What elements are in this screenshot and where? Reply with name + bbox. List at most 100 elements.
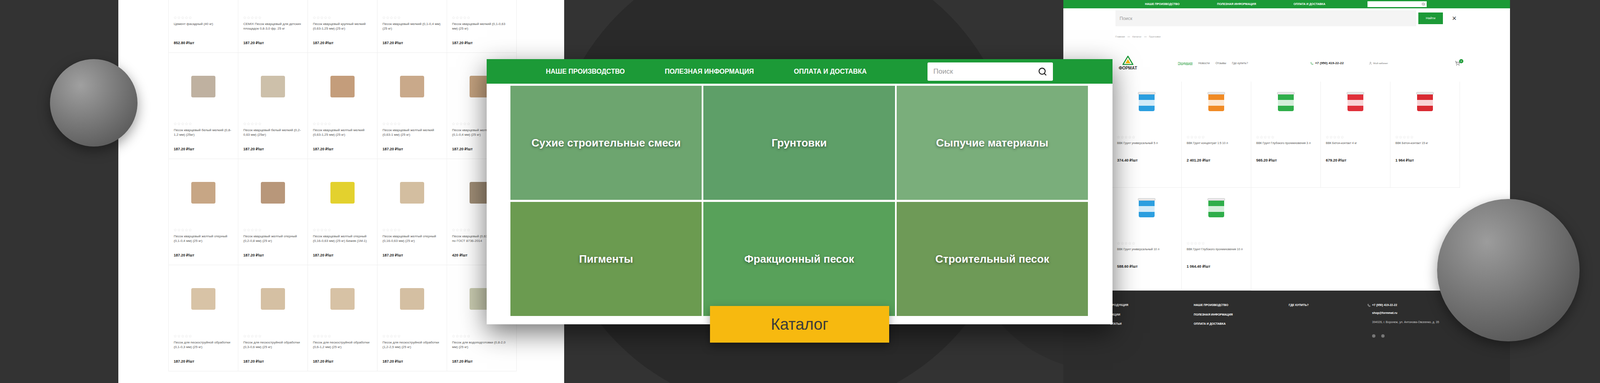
product-card[interactable]: ВВК Грунт Глубокого проникновения 10 л1 … xyxy=(1181,187,1252,291)
category-tile[interactable]: Пигменты xyxy=(510,202,702,317)
product-price: 187.20 ₽/шт xyxy=(312,252,373,259)
search-icon[interactable] xyxy=(1037,67,1048,77)
product-name[interactable]: ВВК Бетон-контакт 15 кг xyxy=(1395,141,1455,150)
star-icon xyxy=(327,335,331,338)
nav-link[interactable]: ОПЛАТА И ДОСТАВКА xyxy=(1293,2,1326,7)
footer-link[interactable]: ОПЛАТА И ДОСТАВКА xyxy=(1193,322,1289,327)
product-card[interactable]: Песок кварцевый желтый мелкий (0,63-1,25… xyxy=(307,52,378,160)
product-name[interactable]: Песок кварцевый желтый мелкий (0,63-1 мм… xyxy=(382,127,442,138)
product-card[interactable]: Песок для пескоструйной обработки (0,1-0… xyxy=(168,265,239,372)
menu-item[interactable]: Продукция xyxy=(1177,61,1193,66)
breadcrumb[interactable]: Главная xyxy=(1115,35,1125,39)
product-name[interactable]: Песок кварцевый мелкий (0,1-0,4 мм) (25 … xyxy=(382,21,442,31)
social-icon[interactable] xyxy=(1381,334,1385,338)
header-phone[interactable]: +7 (950) 419-22-22 xyxy=(1310,60,1344,66)
product-card[interactable]: ВВК Грунт универсальный 5 л374.40 ₽/шт xyxy=(1112,81,1182,188)
rating xyxy=(1117,135,1177,139)
category-tile[interactable]: Грунтовки xyxy=(703,85,895,200)
product-name[interactable]: Песок кварцевый желтый отерный (0,1-0,4 … xyxy=(173,234,233,244)
product-card[interactable]: CEMIX Песок кварцевый для детских площад… xyxy=(238,0,308,53)
product-card[interactable]: Песок кварцевый желтый отерный (0,2-0,8 … xyxy=(238,159,308,266)
product-name[interactable]: Песок кварцевый желтый мелкий (0,63-1,25… xyxy=(312,127,373,138)
product-card[interactable]: Песок кварцевый белый мелкий (0,8-1,2 мм… xyxy=(168,52,239,160)
nav-link[interactable]: НАШЕ ПРОИЗВОДСТВО xyxy=(1145,2,1180,7)
product-name[interactable]: Песок кварцевый желтый отерный (0,16-0,6… xyxy=(382,234,442,244)
product-name[interactable]: ВВК Грунт универсальный 10 л xyxy=(1117,247,1177,256)
product-card[interactable]: Песок для пескоструйной обработки (1,2-2… xyxy=(377,265,448,372)
breadcrumb[interactable]: Грунтовки xyxy=(1149,35,1161,39)
product-card[interactable]: Песок кварцевый мелкий (0,1-0,4 мм) (25 … xyxy=(377,0,448,53)
star-icon xyxy=(185,335,188,338)
product-card[interactable]: ВВК Бетон-контакт 4 кг679.20 ₽/шт xyxy=(1320,81,1391,188)
product-name[interactable]: Песок кварцевый мелкий (0,1-0,63 мм) (25… xyxy=(452,21,512,31)
product-card[interactable]: Песок кварцевый желтый отерный (0,16-0,6… xyxy=(377,159,448,266)
search-field[interactable] xyxy=(1367,1,1427,8)
product-card[interactable]: ВВК Бетон-контакт 15 кг1 964 ₽/шт xyxy=(1390,81,1460,188)
footer-email[interactable]: shop@formmat.ru xyxy=(1367,311,1451,316)
product-name[interactable]: Песок кварцевый желтый отерный (0,16-0,6… xyxy=(312,234,373,244)
footer-phone[interactable]: +7 (950) 419-22-22 xyxy=(1372,303,1398,308)
product-name[interactable]: ВВК Грунт универсальный 5 л xyxy=(1117,141,1177,150)
nav-link[interactable]: ОПЛАТА И ДОСТАВКА xyxy=(793,66,867,77)
product-name[interactable]: ВВК Грунт концентрат 1:5 10 л xyxy=(1186,141,1246,150)
category-tile[interactable]: Строительный песок xyxy=(896,202,1088,317)
product-name[interactable]: ВВК Бетон-контакт 4 кг xyxy=(1325,141,1385,150)
star-icon xyxy=(1120,242,1124,245)
product-card[interactable]: Песок кварцевый желтый отерный (0,1-0,4 … xyxy=(168,159,239,266)
search-button[interactable]: Найти xyxy=(1418,12,1443,25)
account-link[interactable]: Мой кабинет xyxy=(1368,61,1389,66)
product-card[interactable]: Песок для пескоструйной обработки (0,3-0… xyxy=(238,265,308,372)
footer-link[interactable]: ПОЛЕЗНАЯ ИНФОРМАЦИЯ xyxy=(1193,312,1289,318)
category-tile[interactable]: Фракционный песок xyxy=(703,202,895,317)
search-icon[interactable] xyxy=(1421,2,1425,6)
social-icon[interactable] xyxy=(1372,334,1376,338)
star-icon xyxy=(316,122,320,126)
product-card[interactable]: Песок кварцевый крупный мелкий (0,63-1,2… xyxy=(307,0,378,53)
search-field[interactable]: Поиск xyxy=(927,62,1053,81)
menu-item[interactable]: Отзывы xyxy=(1215,61,1227,66)
product-card[interactable]: Песок кварцевый желтый отерный (0,16-0,6… xyxy=(307,159,378,266)
footer-link[interactable]: ГДЕ КУПИТЬ? xyxy=(1288,303,1368,308)
product-name[interactable]: Песок для пескоструйной обработки (0,1-0… xyxy=(173,340,233,350)
product-card[interactable]: Песок кварцевый белый мелкий (0,2-0,63 м… xyxy=(238,52,308,160)
product-name[interactable]: Цемент фасадный (40 кг) xyxy=(173,21,233,27)
product-name[interactable]: Песок кварцевый белый мелкий (0,8-1,2 мм… xyxy=(173,127,233,138)
product-card[interactable]: ВВК Грунт универсальный 10 л588.60 ₽/шт xyxy=(1112,187,1182,291)
cart[interactable]: 0 xyxy=(1455,60,1460,66)
rating xyxy=(452,335,512,338)
menu-item[interactable]: Где купить? xyxy=(1232,61,1248,66)
product-card[interactable]: Цемент фасадный (40 кг)852.80 ₽/шт xyxy=(168,0,239,53)
close-button[interactable]: × xyxy=(1452,12,1457,25)
product-name[interactable]: Песок для пескоструйной обработки (0,3-0… xyxy=(243,340,303,350)
product-card[interactable]: Песок для пескоструйной обработки (0,6-1… xyxy=(307,265,378,372)
nav-link[interactable]: ПОЛЕЗНАЯ ИНФОРМАЦИЯ xyxy=(665,66,755,77)
footer-link[interactable]: НАШЕ ПРОИЗВОДСТВО xyxy=(1193,303,1289,308)
category-tile[interactable]: Сухие строительные смеси xyxy=(510,85,702,200)
product-name[interactable]: Песок кварцевый желтый отерный (0,2-0,8 … xyxy=(243,234,303,244)
rating xyxy=(1186,242,1246,245)
product-name[interactable]: Песок для пескоструйной обработки (0,6-1… xyxy=(312,340,373,350)
product-card[interactable]: ВВК Грунт концентрат 1:5 10 л2 401.20 ₽/… xyxy=(1181,81,1252,188)
nav-link[interactable]: НАШЕ ПРОИЗВОДСТВО xyxy=(545,66,625,77)
search-input[interactable]: Поиск xyxy=(1115,10,1417,27)
star-icon xyxy=(1340,135,1344,139)
product-card[interactable]: Песок кварцевый желтый мелкий (0,63-1 мм… xyxy=(377,52,448,160)
product-card[interactable]: Песок кварцевый мелкий (0,1-0,63 мм) (25… xyxy=(447,0,517,53)
catalog-button[interactable]: Каталог xyxy=(710,306,890,343)
nav-link[interactable]: ПОЛЕЗНАЯ ИНФОРМАЦИЯ xyxy=(1217,2,1257,7)
logo[interactable]: ФОРМАТ xyxy=(1115,55,1141,72)
product-name[interactable]: ВВК Грунт Глубокого проникновения 3 л xyxy=(1256,141,1316,150)
product-name[interactable]: Песок кварцевый крупный мелкий (0,63-1,2… xyxy=(312,21,373,31)
breadcrumb[interactable]: Каталог xyxy=(1132,35,1142,39)
menu-item[interactable]: Новости xyxy=(1198,61,1210,66)
footer-link[interactable]: ПРОДУКЦИЯ xyxy=(1110,303,1194,308)
product-name[interactable]: Песок для пескоструйной обработки (1,2-2… xyxy=(382,340,442,350)
category-tile[interactable]: Сыпучие материалы xyxy=(896,85,1088,200)
footer-link[interactable]: СТАТЬИ xyxy=(1110,322,1194,327)
product-name[interactable]: Песок для водоподготовки (0,8-2,0 мм) (2… xyxy=(452,340,512,350)
product-card[interactable]: ВВК Грунт Глубокого проникновения 3 л565… xyxy=(1251,81,1321,188)
product-name[interactable]: CEMIX Песок кварцевый для детских площад… xyxy=(243,21,303,31)
product-name[interactable]: Песок кварцевый белый мелкий (0,2-0,63 м… xyxy=(243,127,303,138)
footer-link[interactable]: АКЦИИ xyxy=(1110,312,1194,318)
product-name[interactable]: ВВК Грунт Глубокого проникновения 10 л xyxy=(1186,247,1246,256)
